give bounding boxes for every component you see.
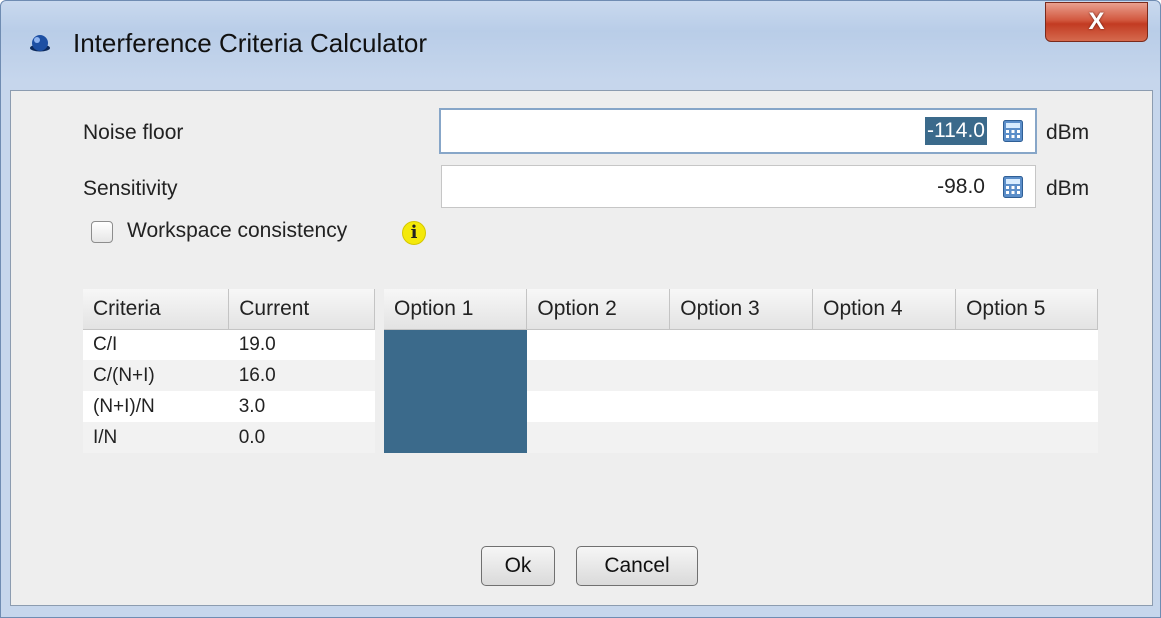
criteria-table: Criteria Current C/I 19.0 C/(N+I) 16.0 (… [83, 289, 375, 453]
options-table: Option 1 Option 2 Option 3 Option 4 Opti… [384, 289, 1098, 453]
window-title: Interference Criteria Calculator [73, 28, 428, 58]
table-row[interactable]: (N+I)/N 3.0 [83, 391, 375, 422]
noise-floor-input[interactable]: -114.0 [439, 108, 1037, 154]
noise-floor-value: -114.0 [925, 117, 987, 145]
option-1-header[interactable]: Option 1 [384, 289, 528, 330]
table-row[interactable]: C/(N+I) 16.0 [83, 360, 375, 391]
option-cell[interactable] [955, 422, 1098, 453]
ok-button[interactable]: Ok [481, 546, 555, 586]
table-row[interactable]: C/I 19.0 [83, 329, 375, 360]
option-cell[interactable] [669, 422, 813, 453]
table-row[interactable]: I/N 0.0 [83, 422, 375, 453]
option-cell[interactable] [669, 360, 813, 391]
option-cell[interactable] [526, 329, 670, 360]
option-cell[interactable] [955, 360, 1098, 391]
calculator-icon[interactable] [1003, 175, 1023, 198]
current-cell: 3.0 [228, 391, 375, 422]
current-cell: 0.0 [228, 422, 375, 453]
option-cell[interactable] [669, 329, 813, 360]
option-cell[interactable] [812, 360, 956, 391]
criteria-header[interactable]: Criteria [83, 289, 230, 330]
current-header[interactable]: Current [228, 289, 375, 330]
close-button[interactable]: X [1045, 2, 1148, 42]
criteria-cell: C/(N+I) [83, 360, 229, 391]
app-globe-icon [30, 35, 50, 52]
calculator-icon[interactable] [1003, 120, 1023, 142]
workspace-consistency-label: Workspace consistency [127, 219, 348, 242]
close-icon: X [1088, 8, 1105, 35]
option-cell[interactable] [812, 391, 956, 422]
option-cell[interactable] [812, 329, 956, 360]
sensitivity-value: -98.0 [937, 174, 985, 198]
cancel-button[interactable]: Cancel [576, 546, 698, 586]
criteria-cell: (N+I)/N [83, 391, 229, 422]
option-cell[interactable] [384, 360, 527, 391]
current-cell: 16.0 [228, 360, 375, 391]
option-cell[interactable] [384, 391, 527, 422]
criteria-cell: I/N [83, 422, 229, 453]
sensitivity-input[interactable]: -98.0 [441, 165, 1036, 208]
option-4-header[interactable]: Option 4 [812, 289, 957, 330]
current-cell: 19.0 [228, 329, 375, 360]
option-3-header[interactable]: Option 3 [669, 289, 814, 330]
option-cell[interactable] [955, 329, 1098, 360]
option-cell[interactable] [669, 391, 813, 422]
dialog-content: Noise floor -114.0 dBm Sensitivity -98.0… [10, 90, 1153, 606]
table-row[interactable] [384, 391, 1098, 422]
dialog-window: Interference Criteria Calculator X Noise… [0, 0, 1161, 618]
workspace-consistency-checkbox[interactable] [91, 221, 113, 243]
option-5-header[interactable]: Option 5 [955, 289, 1098, 330]
option-cell[interactable] [955, 391, 1098, 422]
sensitivity-unit: dBm [1046, 177, 1090, 200]
noise-floor-label: Noise floor [83, 121, 184, 144]
option-cell[interactable] [384, 422, 527, 453]
sensitivity-label: Sensitivity [83, 177, 178, 200]
table-row[interactable] [384, 329, 1098, 360]
option-cell[interactable] [384, 329, 527, 360]
table-row[interactable] [384, 360, 1098, 391]
table-row[interactable] [384, 422, 1098, 453]
option-cell[interactable] [526, 391, 670, 422]
option-cell[interactable] [526, 422, 670, 453]
noise-floor-unit: dBm [1046, 121, 1090, 144]
option-cell[interactable] [812, 422, 956, 453]
criteria-cell: C/I [83, 329, 229, 360]
option-cell[interactable] [526, 360, 670, 391]
title-bar[interactable]: Interference Criteria Calculator X [1, 1, 1160, 89]
option-2-header[interactable]: Option 2 [526, 289, 671, 330]
info-icon[interactable]: i [402, 221, 426, 245]
